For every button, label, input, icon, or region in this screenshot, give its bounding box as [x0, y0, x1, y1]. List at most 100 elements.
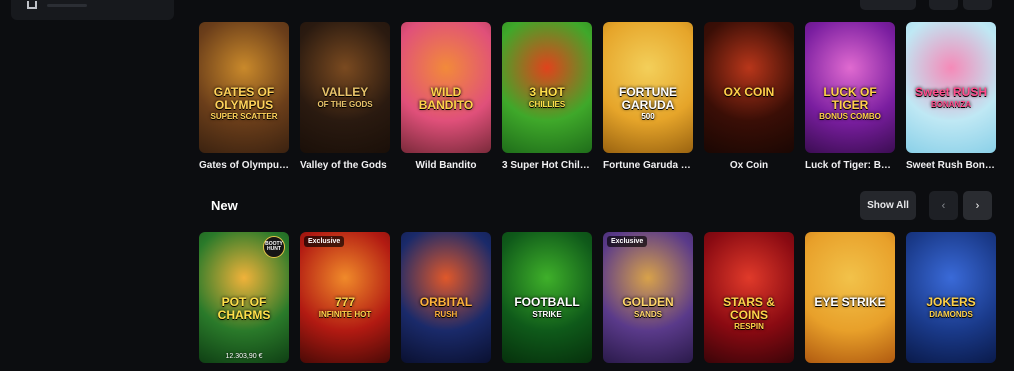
game-name[interactable]: Wild Bandito — [401, 160, 491, 171]
game-card[interactable]: ORBITAL RUSH — [401, 232, 491, 363]
game-logo-subtitle: INFINITE HOT — [318, 309, 372, 319]
game-name[interactable]: 3 Super Hot Chill… — [502, 160, 592, 171]
game-logo-subtitle: DIAMONDS — [929, 309, 973, 319]
game-logo: OX COIN — [708, 86, 790, 99]
game-logo-title: EYE STRIKE — [814, 295, 886, 309]
game-card[interactable]: POT OF CHARMS BOOTY HUNT 12.303,90 € — [199, 232, 289, 363]
game-thumbnail[interactable]: POT OF CHARMS BOOTY HUNT 12.303,90 € — [199, 232, 289, 363]
game-thumbnail[interactable]: ORBITAL RUSH — [401, 232, 491, 363]
game-logo-subtitle: STRIKE — [532, 309, 562, 319]
game-logo: LUCK OF TIGER BONUS COMBO — [809, 86, 891, 122]
game-name[interactable]: Sweet Rush Bon… — [906, 160, 996, 171]
game-name[interactable]: Valley of the Gods — [300, 160, 390, 171]
game-logo-title: FORTUNE GARUDA — [619, 85, 677, 112]
game-logo-title: JOKERS — [926, 295, 976, 309]
next-arrow-button[interactable]: › — [963, 191, 992, 220]
game-logo-title: Sweet RUSH — [914, 85, 988, 99]
game-logo-subtitle: RESPIN — [734, 322, 764, 332]
chevron-right-icon: › — [975, 199, 980, 212]
game-card[interactable]: GATES OF OLYMPUS SUPER SCATTER Gates of Ol… — [199, 22, 289, 171]
sidebar-item[interactable] — [11, 0, 174, 20]
game-logo: ORBITAL RUSH — [405, 296, 487, 319]
game-thumbnail[interactable]: WILD BANDITO — [401, 22, 491, 153]
game-card[interactable]: FORTUNE GARUDA 500 Fortune Garuda … — [603, 22, 693, 171]
game-thumbnail[interactable]: OX COIN — [704, 22, 794, 153]
game-thumbnail[interactable]: 3 HOT CHILLIES — [502, 22, 592, 153]
prev-button-top[interactable] — [929, 0, 958, 10]
game-logo: POT OF CHARMS — [203, 296, 285, 321]
game-logo: EYE STRIKE — [809, 296, 891, 309]
game-thumbnail[interactable]: Sweet RUSH BONANZA — [906, 22, 996, 153]
game-thumbnail[interactable]: 777 INFINITE HOT Exclusive — [300, 232, 390, 363]
jackpot-amount: 12.303,90 € — [225, 353, 263, 360]
game-name[interactable]: Ox Coin — [704, 160, 794, 171]
game-name[interactable]: Luck of Tiger: B… — [805, 160, 895, 171]
game-thumbnail[interactable]: FORTUNE GARUDA 500 — [603, 22, 693, 153]
new-games-row: POT OF CHARMS BOOTY HUNT 12.303,90 € 777 INF… — [199, 232, 996, 363]
game-logo-title: GATES OF OLYMPUS — [213, 85, 275, 112]
game-thumbnail[interactable]: STARS & COINS RESPIN — [704, 232, 794, 363]
game-logo-subtitle: BONUS COMBO — [819, 112, 881, 122]
grid-icon — [27, 1, 37, 9]
booty-hunt-badge: BOOTY HUNT — [263, 236, 285, 258]
game-card[interactable]: 3 HOT CHILLIES 3 Super Hot Chill… — [502, 22, 592, 171]
game-logo-title: 777 — [334, 295, 356, 309]
game-thumbnail[interactable]: VALLEY OF THE GODS — [300, 22, 390, 153]
game-card[interactable]: WILD BANDITO Wild Bandito — [401, 22, 491, 171]
game-name[interactable]: Fortune Garuda … — [603, 160, 693, 171]
exclusive-badge: Exclusive — [607, 236, 648, 247]
game-logo-title: FOOTBALL — [514, 295, 580, 309]
game-thumbnail[interactable]: GOLDEN SANDS Exclusive — [603, 232, 693, 363]
game-logo-subtitle: BONANZA — [931, 99, 971, 109]
game-logo-title: GOLDEN — [622, 295, 674, 309]
game-logo: GATES OF OLYMPUS SUPER SCATTER — [203, 86, 285, 122]
game-logo: WILD BANDITO — [405, 86, 487, 111]
section-title-new: New — [211, 198, 238, 213]
game-logo: GOLDEN SANDS — [607, 296, 689, 319]
game-logo-title: VALLEY — [321, 85, 369, 99]
game-logo-subtitle: 500 — [641, 112, 655, 122]
game-logo: Sweet RUSH BONANZA — [910, 86, 992, 109]
game-logo-title: 3 HOT — [529, 85, 565, 99]
game-logo-title: WILD BANDITO — [418, 85, 474, 112]
game-card[interactable]: STARS & COINS RESPIN — [704, 232, 794, 363]
game-logo-subtitle: SUPER SCATTER — [210, 112, 278, 122]
game-card[interactable]: Sweet RUSH BONANZA Sweet Rush Bon… — [906, 22, 996, 171]
game-logo: JOKERS DIAMONDS — [910, 296, 992, 319]
chevron-left-icon: ‹ — [941, 199, 946, 212]
game-logo-subtitle: SANDS — [633, 309, 662, 319]
game-logo-title: POT OF CHARMS — [217, 295, 271, 322]
game-logo-title: STARS & COINS — [723, 295, 775, 322]
next-button-top[interactable] — [963, 0, 992, 10]
game-logo-title: ORBITAL — [419, 295, 473, 309]
game-card[interactable]: EYE STRIKE — [805, 232, 895, 363]
game-thumbnail[interactable]: LUCK OF TIGER BONUS COMBO — [805, 22, 895, 153]
game-logo: FOOTBALL STRIKE — [506, 296, 588, 319]
game-card[interactable]: 777 INFINITE HOT Exclusive — [300, 232, 390, 363]
game-logo-subtitle: RUSH — [434, 309, 458, 319]
game-lobby: GATES OF OLYMPUS SUPER SCATTER Gates of Ol… — [0, 0, 1014, 371]
game-logo: VALLEY OF THE GODS — [304, 86, 386, 109]
game-card[interactable]: GOLDEN SANDS Exclusive — [603, 232, 693, 363]
game-card[interactable]: FOOTBALL STRIKE — [502, 232, 592, 363]
show-all-button-top[interactable] — [860, 0, 916, 10]
game-logo-title: OX COIN — [723, 85, 775, 99]
sidebar-item-label-placeholder — [47, 4, 87, 7]
game-thumbnail[interactable]: GATES OF OLYMPUS SUPER SCATTER — [199, 22, 289, 153]
show-all-button[interactable]: Show All — [860, 191, 916, 220]
game-thumbnail[interactable]: EYE STRIKE — [805, 232, 895, 363]
game-name[interactable]: Gates of Olympu… — [199, 160, 289, 171]
sidebar — [0, 0, 184, 371]
game-logo: STARS & COINS RESPIN — [708, 296, 790, 332]
game-logo: FORTUNE GARUDA 500 — [607, 86, 689, 122]
game-card[interactable]: OX COIN Ox Coin — [704, 22, 794, 171]
game-card[interactable]: VALLEY OF THE GODS Valley of the Gods — [300, 22, 390, 171]
game-card[interactable]: JOKERS DIAMONDS — [906, 232, 996, 363]
game-logo-title: LUCK OF TIGER — [823, 85, 877, 112]
game-card[interactable]: LUCK OF TIGER BONUS COMBO Luck of Tiger: B… — [805, 22, 895, 171]
game-thumbnail[interactable]: FOOTBALL STRIKE — [502, 232, 592, 363]
popular-games-row: GATES OF OLYMPUS SUPER SCATTER Gates of Ol… — [199, 22, 996, 171]
game-thumbnail[interactable]: JOKERS DIAMONDS — [906, 232, 996, 363]
prev-arrow-button[interactable]: ‹ — [929, 191, 958, 220]
game-logo: 3 HOT CHILLIES — [506, 86, 588, 109]
